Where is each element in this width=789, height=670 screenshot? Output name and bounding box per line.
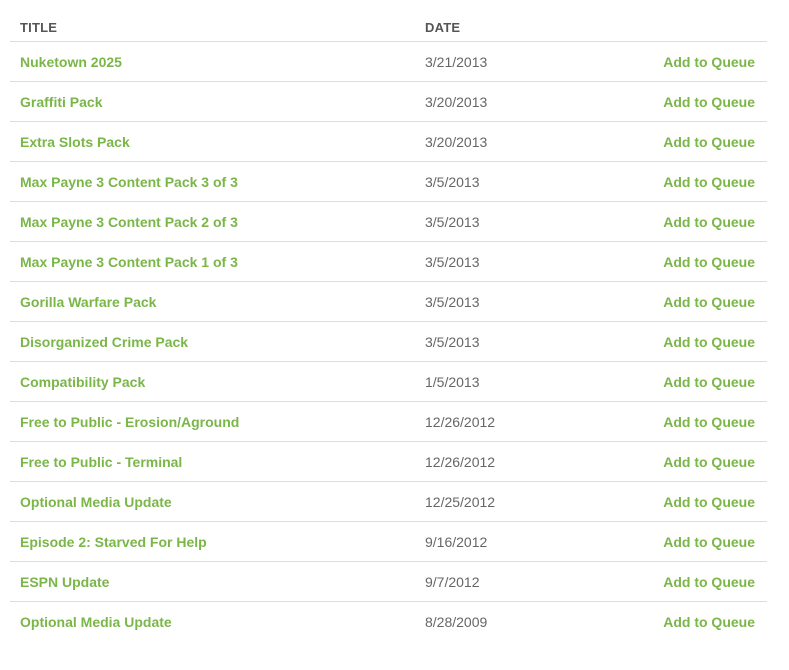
item-title-link[interactable]: Max Payne 3 Content Pack 3 of 3 bbox=[20, 174, 238, 190]
content-table: TITLE DATE Nuketown 2025 3/21/2013 Add to … bbox=[10, 0, 767, 642]
add-to-queue-button[interactable]: Add to Queue bbox=[663, 494, 755, 510]
item-date: 1/5/2013 bbox=[425, 374, 480, 390]
add-to-queue-button[interactable]: Add to Queue bbox=[663, 254, 755, 270]
table-row: Max Payne 3 Content Pack 3 of 3 3/5/2013 A… bbox=[10, 162, 767, 202]
column-header-title[interactable]: TITLE bbox=[20, 20, 57, 35]
item-date: 12/26/2012 bbox=[425, 414, 496, 430]
item-title-link[interactable]: Disorganized Crime Pack bbox=[20, 334, 188, 350]
add-to-queue-button[interactable]: Add to Queue bbox=[663, 214, 755, 230]
add-to-queue-button[interactable]: Add to Queue bbox=[663, 94, 755, 110]
add-to-queue-button[interactable]: Add to Queue bbox=[663, 374, 755, 390]
add-to-queue-button[interactable]: Add to Queue bbox=[663, 614, 755, 630]
table-row: Graffiti Pack 3/20/2013 Add to Queue bbox=[10, 82, 767, 122]
table-row: Max Payne 3 Content Pack 1 of 3 3/5/2013 A… bbox=[10, 242, 767, 282]
table-row: Extra Slots Pack 3/20/2013 Add to Queue bbox=[10, 122, 767, 162]
table-row: Compatibility Pack 1/5/2013 Add to Queue bbox=[10, 362, 767, 402]
table-row: Max Payne 3 Content Pack 2 of 3 3/5/2013 A… bbox=[10, 202, 767, 242]
item-title-link[interactable]: Optional Media Update bbox=[20, 494, 172, 510]
item-date: 3/20/2013 bbox=[425, 134, 488, 150]
column-header-date[interactable]: DATE bbox=[425, 20, 460, 35]
item-title-link[interactable]: Episode 2: Starved For Help bbox=[20, 534, 207, 550]
table-row: Nuketown 2025 3/21/2013 Add to Queue bbox=[10, 42, 767, 82]
item-date: 3/5/2013 bbox=[425, 294, 480, 310]
table-body: Nuketown 2025 3/21/2013 Add to Queue Graffi… bbox=[10, 42, 767, 642]
table-row: Optional Media Update 12/25/2012 Add to Qu… bbox=[10, 482, 767, 522]
item-title-link[interactable]: Gorilla Warfare Pack bbox=[20, 294, 156, 310]
item-date: 3/21/2013 bbox=[425, 54, 488, 70]
table-row: Free to Public - Terminal 12/26/2012 Add t… bbox=[10, 442, 767, 482]
item-date: 9/7/2012 bbox=[425, 574, 480, 590]
add-to-queue-button[interactable]: Add to Queue bbox=[663, 54, 755, 70]
table-row: Free to Public - Erosion/Aground 12/26/20… bbox=[10, 402, 767, 442]
add-to-queue-button[interactable]: Add to Queue bbox=[663, 454, 755, 470]
item-title-link[interactable]: Nuketown 2025 bbox=[20, 54, 122, 70]
item-date: 8/28/2009 bbox=[425, 614, 488, 630]
item-title-link[interactable]: Free to Public - Erosion/Aground bbox=[20, 414, 239, 430]
item-date: 3/5/2013 bbox=[425, 214, 480, 230]
add-to-queue-button[interactable]: Add to Queue bbox=[663, 134, 755, 150]
item-date: 3/5/2013 bbox=[425, 334, 480, 350]
add-to-queue-button[interactable]: Add to Queue bbox=[663, 174, 755, 190]
item-title-link[interactable]: Extra Slots Pack bbox=[20, 134, 130, 150]
item-title-link[interactable]: Free to Public - Terminal bbox=[20, 454, 182, 470]
item-date: 3/5/2013 bbox=[425, 254, 480, 270]
add-to-queue-button[interactable]: Add to Queue bbox=[663, 534, 755, 550]
table-row: ESPN Update 9/7/2012 Add to Queue bbox=[10, 562, 767, 602]
item-date: 3/5/2013 bbox=[425, 174, 480, 190]
item-title-link[interactable]: ESPN Update bbox=[20, 574, 109, 590]
table-row: Optional Media Update 8/28/2009 Add to Que… bbox=[10, 602, 767, 642]
table-row: Disorganized Crime Pack 3/5/2013 Add to Qu… bbox=[10, 322, 767, 362]
item-title-link[interactable]: Max Payne 3 Content Pack 1 of 3 bbox=[20, 254, 238, 270]
item-title-link[interactable]: Optional Media Update bbox=[20, 614, 172, 630]
table-row: Gorilla Warfare Pack 3/5/2013 Add to Queue bbox=[10, 282, 767, 322]
item-date: 12/26/2012 bbox=[425, 454, 496, 470]
table-row: Episode 2: Starved For Help 9/16/2012 Add … bbox=[10, 522, 767, 562]
add-to-queue-button[interactable]: Add to Queue bbox=[663, 334, 755, 350]
item-title-link[interactable]: Max Payne 3 Content Pack 2 of 3 bbox=[20, 214, 238, 230]
item-date: 9/16/2012 bbox=[425, 534, 488, 550]
item-date: 3/20/2013 bbox=[425, 94, 488, 110]
add-to-queue-button[interactable]: Add to Queue bbox=[663, 574, 755, 590]
item-title-link[interactable]: Graffiti Pack bbox=[20, 94, 102, 110]
add-to-queue-button[interactable]: Add to Queue bbox=[663, 414, 755, 430]
add-to-queue-button[interactable]: Add to Queue bbox=[663, 294, 755, 310]
table-header: TITLE DATE bbox=[10, 0, 767, 42]
item-date: 12/25/2012 bbox=[425, 494, 496, 510]
item-title-link[interactable]: Compatibility Pack bbox=[20, 374, 145, 390]
